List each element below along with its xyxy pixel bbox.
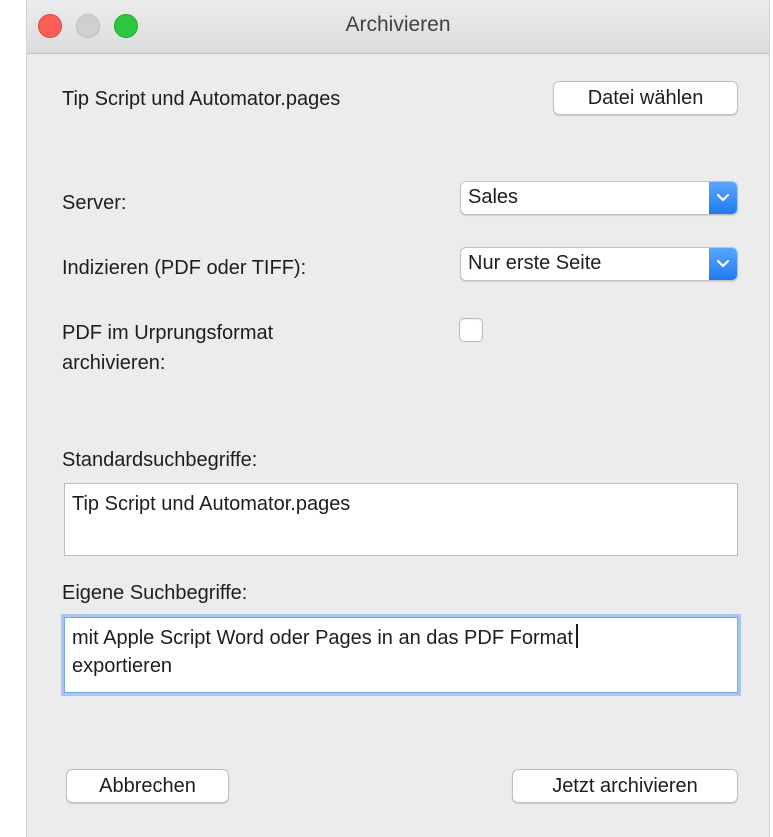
pdf-original-checkbox[interactable] xyxy=(459,318,483,342)
pdf-original-label-line1: PDF im Urprungsformat xyxy=(62,322,274,344)
server-label: Server: xyxy=(62,192,127,214)
cancel-button[interactable]: Abbrechen xyxy=(66,769,229,803)
selected-file-name: Tip Script und Automator.pages xyxy=(62,88,341,110)
custom-terms-label: Eigene Suchbegriffe: xyxy=(62,582,248,604)
custom-terms-line1: mit Apple Script Word oder Pages in an d… xyxy=(72,627,573,649)
custom-terms-field[interactable]: mit Apple Script Word oder Pages in an d… xyxy=(64,617,738,693)
chevron-down-icon xyxy=(709,248,737,280)
standard-terms-label: Standardsuchbegriffe: xyxy=(62,449,258,471)
indexing-select-value: Nur erste Seite xyxy=(468,252,602,274)
standard-terms-text: Tip Script und Automator.pages xyxy=(72,493,351,515)
choose-file-button[interactable]: Datei wählen xyxy=(553,81,738,115)
server-select-value: Sales xyxy=(468,186,519,208)
text-caret xyxy=(575,624,578,648)
archive-dialog: Archivieren Tip Script und Automator.pag… xyxy=(26,0,770,837)
archive-now-button[interactable]: Jetzt archivieren xyxy=(512,769,738,803)
title-bar[interactable]: Archivieren xyxy=(27,0,769,54)
server-select[interactable]: Sales xyxy=(460,181,738,215)
window-title: Archivieren xyxy=(345,13,451,36)
indexing-select[interactable]: Nur erste Seite xyxy=(460,247,738,281)
indexing-label: Indizieren (PDF oder TIFF): xyxy=(62,257,307,279)
custom-terms-line2: exportieren xyxy=(72,655,173,677)
chevron-down-icon xyxy=(709,182,737,214)
pdf-original-label-line2: archivieren: xyxy=(62,352,166,374)
standard-terms-field[interactable]: Tip Script und Automator.pages xyxy=(64,483,738,556)
